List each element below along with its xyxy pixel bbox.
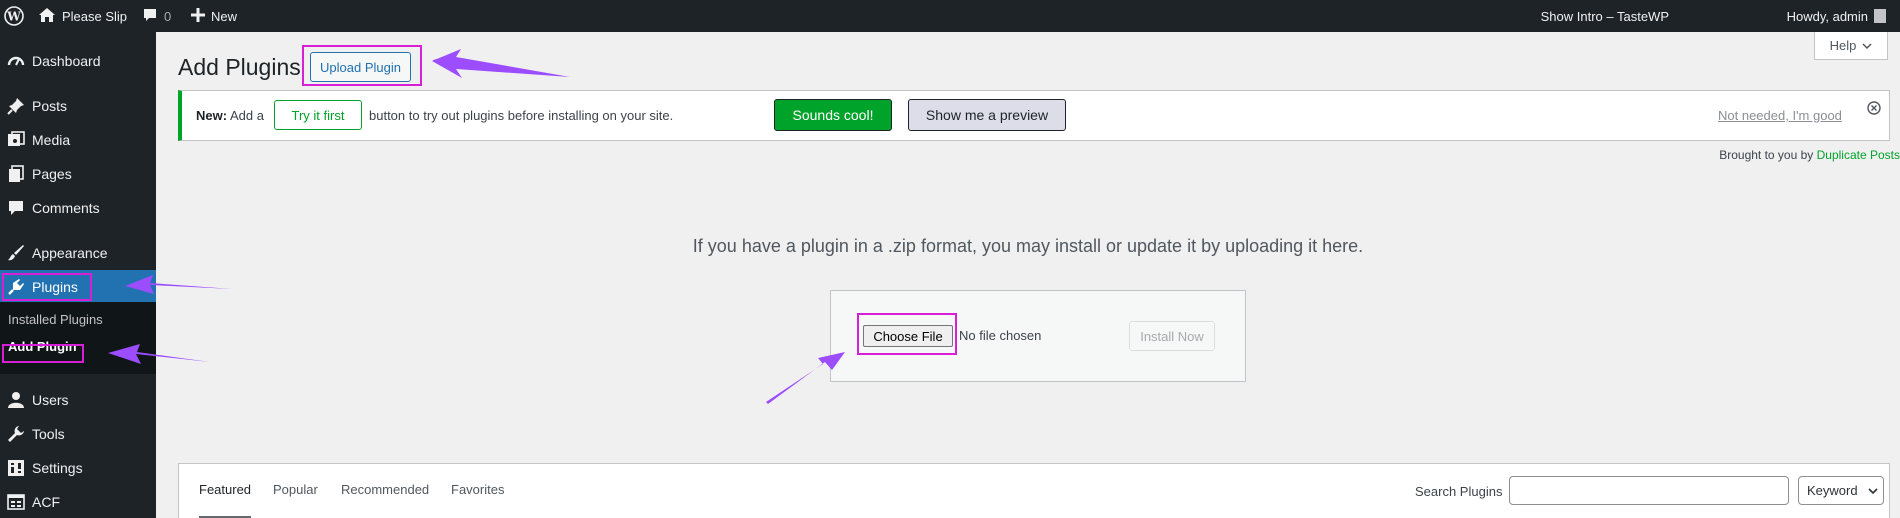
install-now-button[interactable]: Install Now xyxy=(1129,321,1215,351)
try-it-first-button[interactable]: Try it first xyxy=(274,100,362,130)
sidebar-item-tools[interactable]: Tools xyxy=(0,417,156,451)
sidebar-item-plugins[interactable]: Plugins xyxy=(0,270,156,304)
pages-icon xyxy=(6,164,26,184)
sidebar-item-acf[interactable]: ACF xyxy=(0,485,156,518)
admin-bar: W Please Slip 0 New Show Intro – TasteWP… xyxy=(0,0,1900,32)
howdy-text: Howdy, admin xyxy=(1786,8,1868,24)
wordpress-logo-icon[interactable]: W xyxy=(2,0,26,32)
avatar xyxy=(1874,9,1886,23)
sounds-cool-button[interactable]: Sounds cool! xyxy=(774,99,892,131)
help-label: Help xyxy=(1829,38,1857,53)
brought-text: Brought to you by xyxy=(1719,148,1814,162)
show-preview-button[interactable]: Show me a preview xyxy=(908,99,1066,131)
sidebar-item-dashboard[interactable]: Dashboard xyxy=(0,44,156,78)
duplicate-posts-notice: New: Add a Try it first button to try ou… xyxy=(178,90,1890,141)
plugin-icon xyxy=(6,277,26,297)
sidebar-item-label: Tools xyxy=(32,426,65,442)
sidebar-item-label: Media xyxy=(32,132,71,148)
plugin-filter-bar: Featured Popular Recommended Favorites S… xyxy=(178,463,1890,518)
not-needed-link[interactable]: Not needed, I'm good xyxy=(1718,108,1842,123)
brought-to-you: Brought to you by Duplicate Posts xyxy=(1719,148,1900,162)
plugins-submenu: Installed Plugins Add Plugin xyxy=(0,302,156,374)
tab-favorites[interactable]: Favorites xyxy=(451,482,504,518)
search-type-select[interactable]: Keyword xyxy=(1798,476,1884,505)
pin-icon xyxy=(6,96,26,116)
account-menu[interactable]: Howdy, admin xyxy=(1787,0,1886,32)
duplicate-posts-link[interactable]: Duplicate Posts xyxy=(1817,148,1900,162)
dashboard-icon xyxy=(6,51,26,71)
comments-link[interactable]: 0 xyxy=(142,0,171,32)
sidebar-item-label: Appearance xyxy=(32,245,108,261)
notice-text-before: Add a xyxy=(229,108,264,123)
search-type-value: Keyword xyxy=(1807,483,1858,498)
help-tab[interactable]: Help xyxy=(1814,32,1888,60)
chevron-down-icon xyxy=(1868,483,1878,498)
user-icon xyxy=(6,390,26,410)
notice-text-after: button to try out plugins before install… xyxy=(369,108,674,123)
submenu-add-plugin[interactable]: Add Plugin xyxy=(8,339,77,354)
tab-recommended[interactable]: Recommended xyxy=(341,482,429,518)
sidebar-item-label: Dashboard xyxy=(32,53,101,69)
comment-icon xyxy=(6,198,26,218)
sidebar-item-label: Comments xyxy=(32,200,100,216)
sidebar-item-label: Users xyxy=(32,392,69,408)
submenu-installed-plugins[interactable]: Installed Plugins xyxy=(8,312,103,327)
comment-count: 0 xyxy=(164,8,172,24)
choose-file-button[interactable]: Choose File xyxy=(863,325,953,347)
sidebar-item-pages[interactable]: Pages xyxy=(0,157,156,191)
sidebar-item-settings[interactable]: Settings xyxy=(0,451,156,485)
settings-icon xyxy=(6,458,26,478)
upload-instructions: If you have a plugin in a .zip format, y… xyxy=(692,236,1364,256)
sidebar-item-label: ACF xyxy=(32,494,60,510)
admin-sidebar: Dashboard Posts Media Pages Comments App… xyxy=(0,32,156,518)
comment-bubble-icon xyxy=(142,7,158,26)
plus-icon xyxy=(191,7,205,25)
sidebar-item-users[interactable]: Users xyxy=(0,383,156,417)
chevron-down-icon xyxy=(1862,38,1872,53)
main-content: Add Plugins Upload Plugin Help New: Add … xyxy=(156,32,1900,518)
tab-featured[interactable]: Featured xyxy=(199,482,252,518)
search-plugins-input[interactable] xyxy=(1509,476,1789,505)
show-intro-link[interactable]: Show Intro – TasteWP xyxy=(1541,0,1669,32)
sidebar-item-media[interactable]: Media xyxy=(0,123,156,157)
sidebar-item-posts[interactable]: Posts xyxy=(0,89,156,123)
search-plugins-label: Search Plugins xyxy=(1415,484,1503,499)
notice-text-start: New: Add a xyxy=(196,108,264,123)
new-content-link[interactable]: New xyxy=(191,0,237,32)
sidebar-item-label: Pages xyxy=(32,166,72,182)
media-icon xyxy=(6,130,26,150)
notice-new-label: New: xyxy=(196,108,228,123)
close-icon[interactable] xyxy=(1866,100,1882,116)
wrench-icon xyxy=(6,424,26,444)
site-name: Please Slip xyxy=(62,8,128,24)
svg-text:W: W xyxy=(6,10,21,24)
sidebar-item-comments[interactable]: Comments xyxy=(0,191,156,225)
new-label: New xyxy=(211,8,238,24)
upload-form: Choose File No file chosen Install Now xyxy=(830,290,1246,382)
site-name-link[interactable]: Please Slip xyxy=(38,0,127,32)
brush-icon xyxy=(6,243,26,263)
sidebar-item-label: Settings xyxy=(32,460,83,476)
upload-plugin-button[interactable]: Upload Plugin xyxy=(310,52,411,82)
acf-icon xyxy=(6,492,26,512)
sidebar-item-label: Plugins xyxy=(32,279,78,295)
sidebar-item-appearance[interactable]: Appearance xyxy=(0,236,156,270)
tab-popular[interactable]: Popular xyxy=(273,482,318,518)
page-title: Add Plugins xyxy=(178,54,301,80)
home-icon xyxy=(38,7,56,26)
no-file-chosen-text: No file chosen xyxy=(959,328,1042,343)
sidebar-item-label: Posts xyxy=(32,98,68,114)
